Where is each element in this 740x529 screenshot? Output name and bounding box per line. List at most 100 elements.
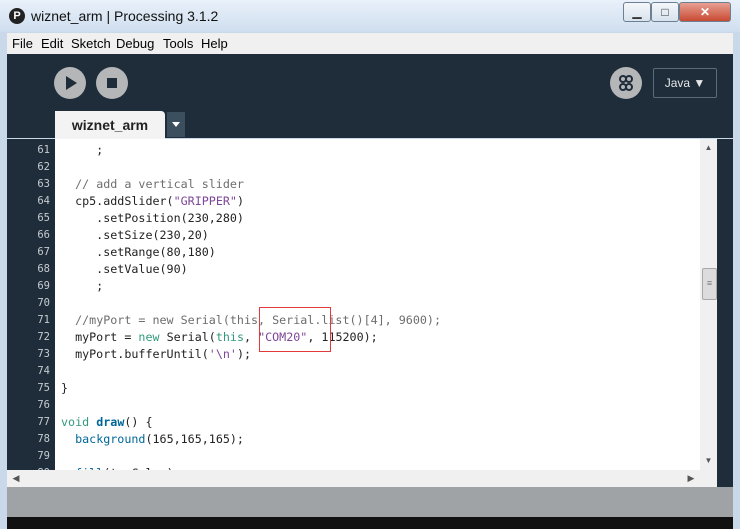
line-number: 73 (37, 348, 50, 360)
console-area (7, 517, 733, 529)
processing-window: P wiznet_arm | Processing 3.1.2 ▁ □ ✕ Fi… (0, 0, 740, 529)
code-token: background (75, 432, 146, 446)
line-number-gutter: 6162636465666768697071727374757677787980 (7, 139, 55, 479)
code-editor[interactable]: ; // add a vertical slider cp5.addSlider… (55, 139, 700, 470)
menu-bar: File Edit Sketch Debug Tools Help (7, 33, 733, 54)
code-line[interactable]: .setPosition(230,280) (61, 210, 244, 227)
play-icon (66, 76, 77, 90)
line-number: 76 (37, 399, 50, 411)
code-token: "GRIPPER" (173, 194, 237, 208)
menu-sketch[interactable]: Sketch (71, 36, 111, 51)
line-number: 64 (37, 195, 50, 207)
code-token: void (61, 415, 90, 429)
chevron-down-icon (172, 122, 180, 127)
line-number: 61 (37, 144, 50, 156)
line-number: 74 (37, 365, 50, 377)
menu-debug[interactable]: Debug (116, 36, 154, 51)
code-line[interactable]: cp5.addSlider("GRIPPER") (61, 193, 244, 210)
debugger-button[interactable] (610, 67, 642, 99)
code-token: new (138, 330, 160, 344)
toolbar: Java ▼ wiznet_arm (7, 54, 733, 139)
run-button[interactable] (54, 67, 86, 99)
menu-help[interactable]: Help (201, 36, 228, 51)
code-line[interactable]: void draw() { (61, 414, 153, 431)
grip-icon: ≡ (706, 278, 713, 288)
code-token: myPort.bufferUntil( (61, 347, 209, 361)
tab-wiznet-arm[interactable]: wiznet_arm (55, 111, 165, 139)
menu-tools[interactable]: Tools (163, 36, 193, 51)
vertical-scrollbar[interactable]: ▲ ≡ ▼ (700, 139, 717, 470)
code-line[interactable]: .setRange(80,180) (61, 244, 216, 261)
title-bar: P wiznet_arm | Processing 3.1.2 ▁ □ ✕ (0, 0, 740, 32)
line-number: 79 (37, 450, 50, 462)
scroll-left-icon[interactable]: ◀ (9, 470, 23, 487)
code-token: , (243, 330, 259, 344)
code-token: () { (124, 415, 153, 429)
code-line[interactable]: ; (61, 142, 103, 159)
code-line[interactable]: background(165,165,165); (61, 431, 244, 448)
code-line[interactable]: .setSize(230,20) (61, 227, 209, 244)
processing-logo-icon: P (9, 8, 25, 24)
code-token: '\n' (208, 347, 237, 361)
code-token: this (215, 330, 244, 344)
scroll-right-icon[interactable]: ▶ (684, 470, 698, 487)
code-token: } (61, 381, 69, 395)
line-number: 65 (37, 212, 50, 224)
code-line[interactable]: ; (61, 278, 103, 295)
stop-button[interactable] (96, 67, 128, 99)
scroll-up-icon[interactable]: ▲ (700, 141, 717, 155)
code-token: ; (61, 143, 104, 157)
editor-right-margin (717, 139, 733, 487)
code-line[interactable]: myPort.bufferUntil('\n'); (61, 346, 251, 363)
line-number: 71 (37, 314, 50, 326)
line-number: 77 (37, 416, 50, 428)
window-title: wiznet_arm | Processing 3.1.2 (31, 8, 219, 24)
line-number: 66 (37, 229, 50, 241)
code-token: (165,165,165); (145, 432, 244, 446)
stop-icon (107, 78, 117, 88)
maximize-button[interactable]: □ (651, 2, 679, 22)
code-token: .setPosition(230,280) (61, 211, 244, 225)
scrollbar-corner (700, 470, 717, 487)
code-token: .setValue(90) (61, 262, 188, 276)
line-number: 63 (37, 178, 50, 190)
line-number: 78 (37, 433, 50, 445)
line-number: 67 (37, 246, 50, 258)
annotation-box-upper (259, 307, 331, 323)
debugger-icon (619, 75, 633, 91)
horizontal-scrollbar[interactable]: ◀ ▶ (7, 470, 700, 487)
line-number: 70 (37, 297, 50, 309)
line-number: 72 (37, 331, 50, 343)
line-number: 62 (37, 161, 50, 173)
menu-file[interactable]: File (12, 36, 33, 51)
line-number: 68 (37, 263, 50, 275)
code-token: .setRange(80,180) (61, 245, 216, 259)
close-button[interactable]: ✕ (679, 2, 731, 22)
annotation-box-lower (259, 322, 331, 352)
code-token: ) (236, 194, 244, 208)
code-line[interactable]: // add a vertical slider (61, 176, 244, 193)
code-token: myPort = (61, 330, 139, 344)
tab-menu-button[interactable] (167, 112, 185, 137)
vertical-scroll-thumb[interactable]: ≡ (702, 268, 717, 300)
status-bar (7, 487, 733, 517)
mode-selector[interactable]: Java ▼ (653, 68, 717, 98)
line-number: 75 (37, 382, 50, 394)
code-line[interactable]: .setValue(90) (61, 261, 188, 278)
code-token: cp5.addSlider( (61, 194, 174, 208)
scroll-down-icon[interactable]: ▼ (700, 454, 717, 468)
code-token: Serial( (159, 330, 216, 344)
code-token: ); (236, 347, 252, 361)
code-token: // add a vertical slider (75, 177, 244, 191)
line-number: 69 (37, 280, 50, 292)
code-token: .setSize(230,20) (61, 228, 209, 242)
code-token: ; (61, 279, 104, 293)
menu-edit[interactable]: Edit (41, 36, 63, 51)
code-line[interactable]: } (61, 380, 68, 397)
minimize-button[interactable]: ▁ (623, 2, 651, 22)
code-line[interactable]: //myPort = new Serial(this, Serial.list(… (61, 312, 441, 329)
code-token: draw (96, 415, 125, 429)
